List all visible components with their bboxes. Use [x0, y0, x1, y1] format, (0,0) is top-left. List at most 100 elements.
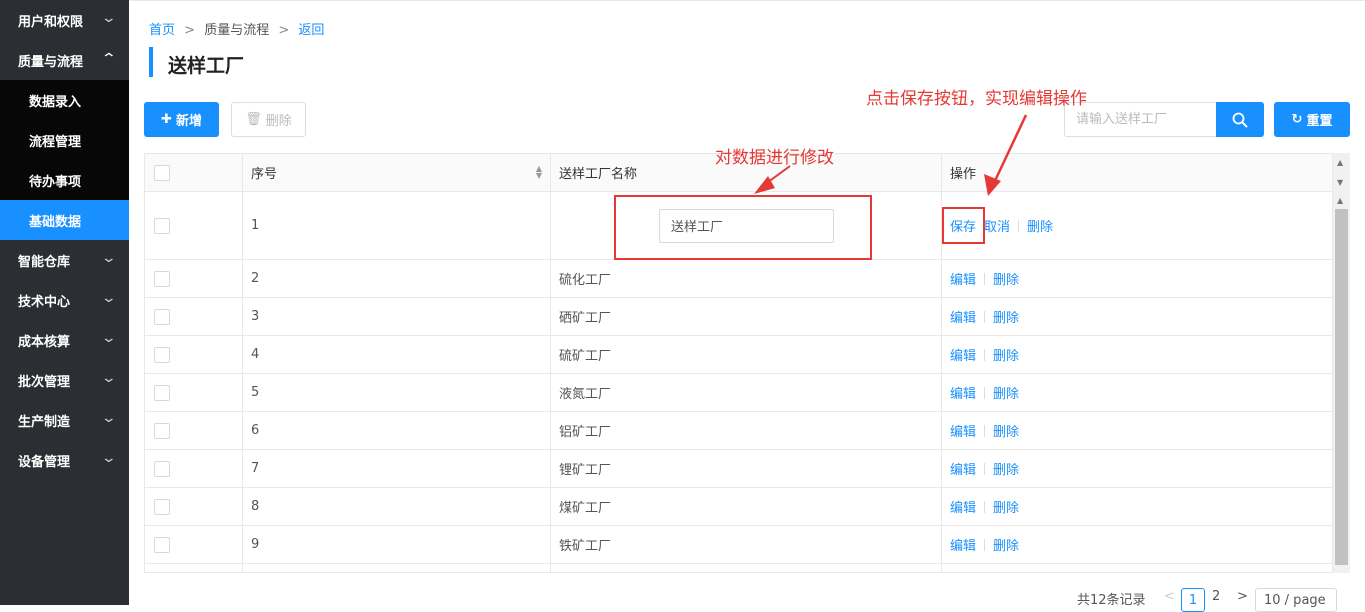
sidebar-item-cost-accounting[interactable]: 成本核算⌄	[0, 320, 129, 360]
trash-icon: 🗑	[245, 112, 262, 127]
edit-link[interactable]: 编辑	[950, 421, 976, 440]
table-row: 2硫化工厂编辑删除	[145, 260, 1333, 298]
delete-link[interactable]: 删除	[993, 383, 1019, 402]
action-divider	[984, 501, 985, 513]
sidebar-item-label: 技术中心	[18, 291, 70, 310]
sidebar-item-equipment[interactable]: 设备管理⌄	[0, 440, 129, 480]
row-checkbox-cell	[145, 336, 243, 373]
chevron-down-icon: ⌄	[101, 450, 117, 466]
row-checkbox-cell	[145, 412, 243, 449]
sidebar-item-basic-data[interactable]: 基础数据	[0, 200, 129, 240]
sidebar-item-batch-management[interactable]: 批次管理⌄	[0, 360, 129, 400]
edit-link[interactable]: 编辑	[950, 497, 976, 516]
pagination-next[interactable]: >	[1237, 589, 1248, 604]
row-checkbox[interactable]	[154, 309, 170, 325]
reset-button[interactable]: ↻重置	[1274, 102, 1350, 137]
delete-link[interactable]: 删除	[993, 269, 1019, 288]
edit-link[interactable]: 编辑	[950, 383, 976, 402]
reset-button-label: 重置	[1306, 110, 1332, 129]
breadcrumb-separator: >	[278, 23, 289, 38]
row-checkbox[interactable]	[154, 347, 170, 363]
chevron-down-icon: ⌄	[101, 10, 117, 26]
sidebar-item-tech-center[interactable]: 技术中心⌄	[0, 280, 129, 320]
row-name-cell	[551, 564, 942, 573]
row-actions-cell: 编辑删除	[942, 260, 1333, 297]
sidebar-item-smart-warehouse[interactable]: 智能仓库⌄	[0, 240, 129, 280]
sidebar-item-users-permissions[interactable]: 用户和权限⌄	[0, 0, 129, 40]
search-icon	[1232, 112, 1248, 128]
sidebar-item-label: 质量与流程	[18, 51, 83, 70]
row-checkbox[interactable]	[154, 271, 170, 287]
breadcrumb-back-link[interactable]: 返回	[298, 23, 324, 38]
delete-link[interactable]: 删除	[993, 497, 1019, 516]
row-checkbox[interactable]	[154, 461, 170, 477]
row-name-cell: 煤矿工厂	[551, 488, 942, 525]
sidebar-item-todo[interactable]: 待办事项	[0, 160, 129, 200]
delete-button[interactable]: 🗑删除	[231, 102, 306, 137]
edit-link[interactable]: 编辑	[950, 307, 976, 326]
delete-link[interactable]: 删除	[993, 535, 1019, 554]
row-actions-cell: 编辑删除	[942, 488, 1333, 525]
header-actions-label: 操作	[950, 163, 976, 182]
header-index-cell[interactable]: 序号▲▼	[243, 154, 551, 191]
scroll-up-arrow-icon[interactable]: ▲	[1337, 158, 1343, 167]
edit-link[interactable]: 编辑	[950, 535, 976, 554]
action-divider	[984, 349, 985, 361]
title-accent-bar	[149, 47, 153, 77]
delete-link[interactable]: 删除	[993, 459, 1019, 478]
add-button[interactable]: ✚新增	[144, 102, 219, 137]
scroll-up-arrow-icon[interactable]: ▲	[1337, 196, 1343, 205]
cancel-link[interactable]: 取消	[984, 216, 1010, 235]
row-actions-cell: 编辑删除	[942, 450, 1333, 487]
delete-link[interactable]: 删除	[993, 421, 1019, 440]
row-checkbox[interactable]	[154, 218, 170, 234]
edit-link[interactable]: 编辑	[950, 269, 976, 288]
row-name-cell: 硫矿工厂	[551, 336, 942, 373]
row-index-cell: 9	[243, 526, 551, 563]
row-checkbox[interactable]	[154, 385, 170, 401]
row-name-cell: 铝矿工厂	[551, 412, 942, 449]
table-scrollbar[interactable]: ▲ ▼ ▲	[1333, 153, 1350, 573]
pagination-page-2[interactable]: 2	[1212, 589, 1220, 604]
row-checkbox-cell	[145, 526, 243, 563]
page-title: 送样工厂	[168, 51, 244, 78]
table-row: 6铝矿工厂编辑删除	[145, 412, 1333, 450]
pagination-prev[interactable]: <	[1164, 589, 1175, 604]
sidebar-item-data-entry[interactable]: 数据录入	[0, 80, 129, 120]
sidebar-item-manufacturing[interactable]: 生产制造⌄	[0, 400, 129, 440]
sort-icon[interactable]: ▲▼	[536, 165, 542, 179]
row-index-cell: 4	[243, 336, 551, 373]
action-divider	[984, 387, 985, 399]
highlight-save-box	[942, 207, 985, 244]
row-checkbox[interactable]	[154, 537, 170, 553]
row-actions-cell: 编辑删除	[942, 526, 1333, 563]
sidebar-item-process-management[interactable]: 流程管理	[0, 120, 129, 160]
table-row: 7锂矿工厂编辑删除	[145, 450, 1333, 488]
edit-link[interactable]: 编辑	[950, 459, 976, 478]
chevron-down-icon: ⌄	[101, 410, 117, 426]
sidebar-item-label: 待办事项	[29, 171, 81, 190]
breadcrumb-current: 质量与流程	[204, 23, 269, 38]
delete-link[interactable]: 删除	[1027, 216, 1053, 235]
select-all-checkbox[interactable]	[154, 165, 170, 181]
row-index-cell: 2	[243, 260, 551, 297]
delete-link[interactable]: 删除	[993, 307, 1019, 326]
row-actions-cell: 保存 取消 删除	[942, 192, 1333, 259]
scrollbar-thumb[interactable]	[1335, 209, 1348, 565]
pagination-page-1[interactable]: 1	[1181, 588, 1205, 612]
row-checkbox[interactable]	[154, 423, 170, 439]
search-button[interactable]	[1216, 102, 1264, 137]
chevron-down-icon: ⌄	[101, 370, 117, 386]
row-index-cell: 1	[243, 192, 551, 259]
edit-link[interactable]: 编辑	[950, 345, 976, 364]
scroll-down-arrow-icon[interactable]: ▼	[1337, 178, 1343, 187]
sidebar-item-label: 基础数据	[29, 211, 81, 230]
action-divider	[984, 311, 985, 323]
delete-link[interactable]: 删除	[993, 345, 1019, 364]
row-checkbox[interactable]	[154, 499, 170, 515]
breadcrumb-home-link[interactable]: 首页	[149, 23, 175, 38]
action-divider	[1018, 220, 1019, 232]
sidebar-item-quality-process[interactable]: 质量与流程⌃	[0, 40, 129, 80]
page-size-select[interactable]: 10 / page	[1255, 588, 1337, 612]
table-row: 9铁矿工厂编辑删除	[145, 526, 1333, 564]
